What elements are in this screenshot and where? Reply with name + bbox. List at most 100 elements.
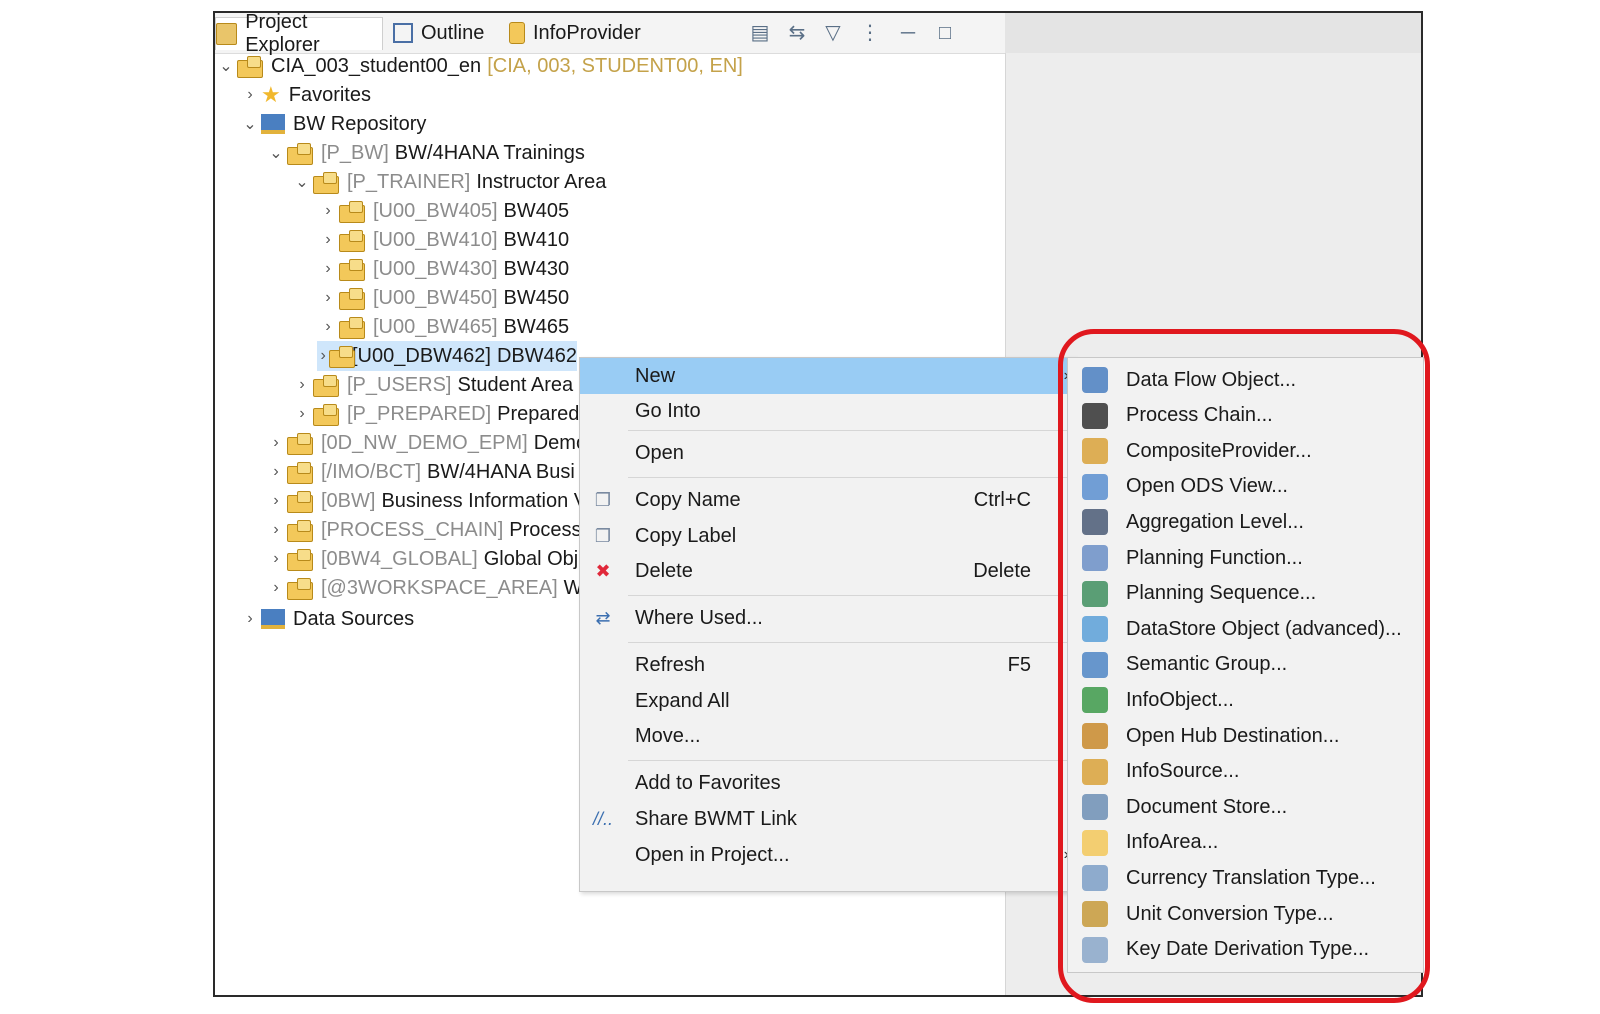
root-label: CIA_003_student00_en: [271, 54, 482, 77]
tree-item-area[interactable]: › [/IMO/BCT] BW/4HANA Busi: [265, 457, 575, 487]
root-tech: [CIA, 003, STUDENT00, EN]: [487, 54, 743, 77]
chevron-right-icon[interactable]: ›: [265, 550, 287, 568]
menu-item-open-in-project[interactable]: Open in Project... ›: [580, 838, 1075, 872]
chevron-right-icon[interactable]: ›: [265, 579, 287, 597]
chevron-down-icon[interactable]: ⌄: [215, 56, 237, 76]
menu-item-refresh[interactable]: Refresh F5: [580, 648, 1075, 682]
tree-root[interactable]: ⌄ CIA_003_student00_en [CIA, 003, STUDEN…: [215, 51, 749, 81]
data-sources-icon: [261, 609, 285, 629]
collapse-all-icon[interactable]: ▤: [748, 21, 772, 45]
menu-item-share-link[interactable]: //.. Share BWMT Link: [580, 802, 1075, 836]
infoarea-icon: [339, 259, 365, 281]
menu-label: Go Into: [635, 399, 701, 422]
tree-item-p-bw[interactable]: ⌄ [P_BW] BW/4HANA Trainings: [265, 138, 585, 168]
menu-item-copy-name[interactable]: ❐ Copy Name Ctrl+C: [580, 483, 1075, 517]
menu-label: Copy Name: [635, 488, 741, 511]
chevron-right-icon[interactable]: ›: [291, 376, 313, 394]
tree-item-course-selected[interactable]: › [U00_DBW462] DBW462: [317, 341, 577, 371]
tree-item-course[interactable]: › [U00_BW450] BW450: [317, 283, 569, 313]
tech-name: [0BW]: [321, 489, 376, 512]
chevron-right-icon[interactable]: ›: [317, 318, 339, 336]
menu-item-delete[interactable]: ✖ Delete Delete: [580, 554, 1075, 588]
menu-label: New: [635, 364, 676, 387]
project-icon: [237, 56, 263, 78]
chevron-down-icon[interactable]: ⌄: [239, 114, 261, 134]
menu-item-where-used[interactable]: ⇄ Where Used...: [580, 601, 1075, 635]
tech-name: [U00_BW410]: [373, 228, 498, 251]
menu-item-move[interactable]: Move...: [580, 719, 1075, 753]
menu-label: Refresh: [635, 653, 706, 676]
tree-item-course[interactable]: › [U00_BW410] BW410: [317, 225, 569, 255]
chevron-right-icon[interactable]: ›: [317, 231, 339, 249]
tech-name: [U00_BW430]: [373, 257, 498, 280]
chevron-right-icon[interactable]: ›: [265, 521, 287, 539]
tree-item-bw-repository[interactable]: ⌄ BW Repository: [239, 109, 426, 139]
item-label: Business Information V: [381, 489, 588, 512]
menu-label: Open in Project...: [635, 843, 790, 866]
filter-icon[interactable]: ▽: [821, 21, 845, 45]
menu-label: Copy Label: [635, 524, 737, 547]
link-with-editor-icon[interactable]: ⇆: [785, 21, 809, 45]
tree-item-area[interactable]: › [@3WORKSPACE_AREA] Wor: [265, 573, 600, 603]
view-menu-icon[interactable]: ⋮: [858, 21, 882, 45]
infoarea-icon: [287, 462, 313, 484]
tab-infoprovider[interactable]: InfoProvider: [509, 17, 659, 49]
chevron-right-icon[interactable]: ›: [239, 610, 261, 628]
highlight-annotation: [1058, 329, 1430, 1003]
menu-item-expand-all[interactable]: Expand All: [580, 684, 1075, 718]
infoprovider-icon: [509, 22, 525, 44]
tree-item-course[interactable]: › [U00_BW465] BW465: [317, 312, 569, 342]
tech-name: [P_PREPARED]: [347, 402, 492, 425]
chevron-right-icon[interactable]: ›: [317, 347, 329, 365]
item-label: BW/4HANA Busi: [427, 460, 575, 483]
copy-icon: ❐: [594, 490, 612, 510]
tech-name: [P_TRAINER]: [347, 170, 471, 193]
chevron-down-icon[interactable]: ⌄: [265, 143, 287, 163]
tree-item-area[interactable]: › [0BW4_GLOBAL] Global Obje: [265, 544, 589, 574]
tree-item-p-trainer[interactable]: ⌄ [P_TRAINER] Instructor Area: [291, 167, 606, 197]
chevron-right-icon[interactable]: ›: [239, 86, 261, 104]
chevron-right-icon[interactable]: ›: [265, 463, 287, 481]
menu-separator: [628, 477, 1068, 478]
menu-item-copy-label[interactable]: ❐ Copy Label: [580, 519, 1075, 553]
tree-item-course[interactable]: › [U00_BW405] BW405: [317, 196, 569, 226]
infoarea-icon: [339, 317, 365, 339]
tree-item-area[interactable]: › [0BW] Business Information V: [265, 486, 587, 516]
tree-item-course[interactable]: › [U00_BW430] BW430: [317, 254, 569, 284]
tree-item-favorites[interactable]: › ★ Favorites: [239, 80, 371, 110]
menu-label: Open: [635, 441, 684, 464]
infoarea-icon: [339, 201, 365, 223]
menu-shortcut: Delete: [973, 559, 1031, 582]
chevron-right-icon[interactable]: ›: [265, 434, 287, 452]
chevron-right-icon[interactable]: ›: [291, 405, 313, 423]
infoarea-icon: [287, 578, 313, 600]
chevron-down-icon[interactable]: ⌄: [291, 172, 313, 192]
item-label: BW430: [503, 257, 570, 280]
chevron-right-icon[interactable]: ›: [317, 202, 339, 220]
menu-label: Delete: [635, 559, 693, 582]
chevron-right-icon[interactable]: ›: [317, 260, 339, 278]
bw-repository-label: BW Repository: [293, 112, 427, 135]
menu-item-add-to-favorites[interactable]: Add to Favorites: [580, 766, 1075, 800]
tree-item-data-sources[interactable]: › Data Sources: [239, 604, 414, 634]
tech-name: [U00_DBW462]: [352, 344, 491, 367]
infoarea-icon: [329, 346, 355, 368]
repository-icon: [261, 114, 285, 134]
chevron-right-icon[interactable]: ›: [317, 289, 339, 307]
menu-item-new[interactable]: New ›: [580, 358, 1075, 394]
tree-item-area[interactable]: › [PROCESS_CHAIN] Process C: [265, 515, 602, 545]
menu-item-open[interactable]: Open: [580, 436, 1075, 470]
tree-item-area[interactable]: › [0D_NW_DEMO_EPM] Demo: [265, 428, 587, 458]
infoarea-icon: [287, 143, 313, 165]
maximize-icon[interactable]: □: [933, 21, 957, 45]
menu-item-go-into[interactable]: Go Into: [580, 394, 1075, 428]
infoarea-icon: [313, 375, 339, 397]
minimize-icon[interactable]: ─: [896, 21, 920, 45]
tab-outline[interactable]: Outline: [393, 17, 503, 49]
tree-item-p-prepared[interactable]: › [P_PREPARED] Prepared O: [291, 399, 601, 429]
tab-label: InfoProvider: [533, 21, 641, 44]
chevron-right-icon[interactable]: ›: [265, 492, 287, 510]
tree-item-p-users[interactable]: › [P_USERS] Student Area: [291, 370, 573, 400]
item-label: BW450: [503, 286, 570, 309]
tab-project-explorer[interactable]: Project Explorer: [215, 13, 383, 56]
